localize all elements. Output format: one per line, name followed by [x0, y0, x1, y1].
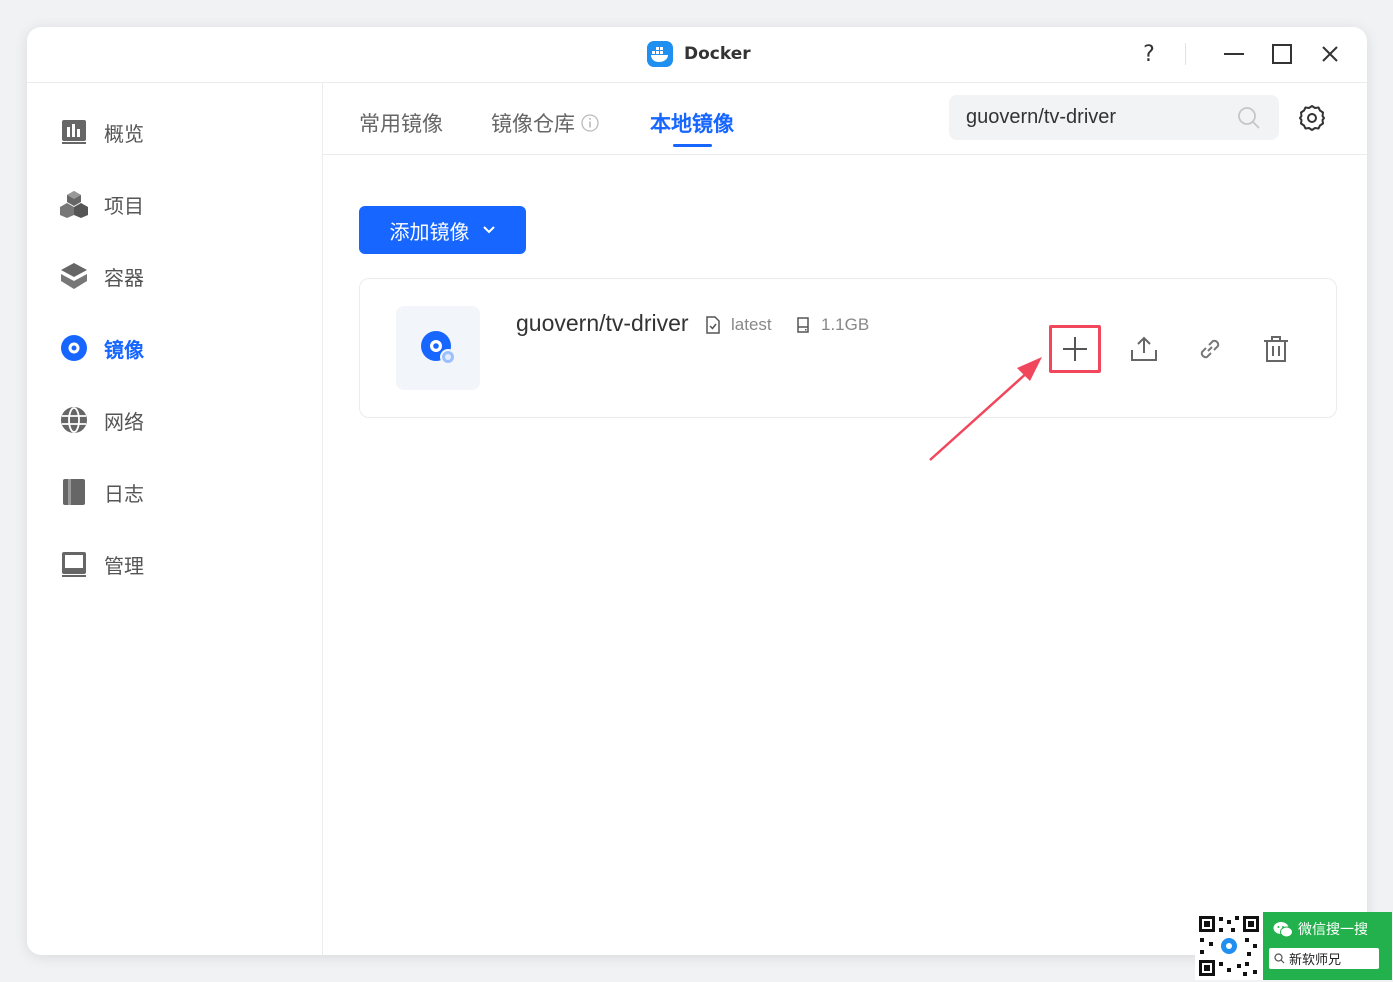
export-button[interactable] — [1118, 325, 1170, 373]
window-title-group: Docker — [647, 40, 751, 68]
image-size: 1.1GB — [795, 315, 869, 335]
sidebar-item-label: 管理 — [104, 553, 144, 578]
image-tag: latest — [705, 315, 772, 335]
qr-code-icon — [1199, 916, 1259, 976]
wechat-badge-text: 微信搜一搜 新软师兄 — [1263, 912, 1392, 980]
tag-file-icon — [706, 316, 720, 334]
tab-local-images[interactable]: 本地镜像 — [650, 107, 734, 139]
tab-image-registry[interactable]: 镜像仓库 — [491, 107, 599, 139]
minimize-button[interactable] — [1217, 38, 1251, 70]
active-tab-indicator — [673, 144, 712, 147]
control-divider — [1185, 43, 1186, 65]
window-title: Docker — [684, 44, 751, 64]
main-content: 常用镜像 镜像仓库 本地镜像 guovern/tv-driver 添加镜像 gu… — [323, 83, 1367, 955]
wechat-search-badge: 微信搜一搜 新软师兄 — [1195, 912, 1392, 980]
sidebar-item-label: 项目 — [104, 193, 144, 218]
sidebar-item-label: 镜像 — [104, 337, 144, 362]
close-icon — [1322, 46, 1338, 62]
add-image-label: 添加镜像 — [389, 219, 470, 244]
image-size-label: 1.1GB — [821, 315, 870, 334]
trash-icon — [1264, 336, 1288, 362]
maximize-button[interactable] — [1265, 38, 1299, 70]
docker-logo-icon — [647, 41, 673, 67]
docker-window: Docker ? 概览 项目 容器 镜像 网络 日志 管理 常用镜像 镜像仓库 … — [27, 27, 1367, 955]
sidebar-item-overview[interactable]: 概览 — [60, 112, 300, 152]
sidebar-item-label: 概览 — [104, 121, 144, 146]
close-button[interactable] — [1313, 38, 1347, 70]
gear-icon — [1299, 105, 1325, 131]
book-icon — [63, 479, 85, 505]
storage-icon — [797, 317, 809, 333]
plus-icon — [1063, 337, 1087, 361]
image-card: guovern/tv-driver latest 1.1GB — [359, 278, 1337, 418]
sidebar-item-containers[interactable]: 容器 — [60, 256, 300, 296]
chart-icon — [62, 120, 86, 144]
sidebar-item-logs[interactable]: 日志 — [60, 472, 300, 512]
link-icon — [1200, 339, 1220, 359]
wechat-search-field: 新软师兄 — [1269, 948, 1379, 969]
image-name: guovern/tv-driver — [516, 310, 689, 336]
qr-code — [1195, 912, 1263, 980]
disc-icon — [61, 335, 87, 361]
wechat-top-text: 微信搜一搜 — [1298, 922, 1368, 938]
info-icon[interactable] — [581, 114, 599, 132]
cubes-icon — [60, 191, 88, 218]
chevron-down-icon — [482, 226, 495, 234]
search-icon[interactable] — [1237, 106, 1261, 130]
minimize-icon — [1224, 53, 1244, 55]
tabs-bar: 常用镜像 镜像仓库 本地镜像 — [323, 83, 1367, 155]
create-container-button[interactable] — [1049, 325, 1101, 373]
search-icon — [1274, 953, 1285, 964]
maximize-icon — [1272, 44, 1292, 64]
sidebar-item-label: 日志 — [104, 481, 144, 506]
sidebar-item-projects[interactable]: 项目 — [60, 184, 300, 224]
globe-icon — [61, 407, 87, 433]
monitor-icon — [62, 552, 86, 577]
settings-button[interactable] — [1295, 101, 1329, 135]
disc-image-icon — [421, 331, 456, 365]
search-input[interactable] — [966, 106, 1226, 129]
sidebar-item-manage[interactable]: 管理 — [60, 544, 300, 584]
tab-label: 常用镜像 — [359, 112, 443, 136]
search-box — [949, 95, 1279, 140]
layers-icon — [61, 263, 87, 289]
delete-button[interactable] — [1250, 325, 1302, 373]
image-thumbnail — [396, 306, 480, 390]
wechat-icon — [1273, 921, 1293, 937]
upload-icon — [1131, 336, 1157, 361]
tab-common-images[interactable]: 常用镜像 — [359, 107, 443, 139]
sidebar-item-images[interactable]: 镜像 — [60, 328, 300, 368]
tab-label: 本地镜像 — [650, 112, 734, 136]
image-tag-label: latest — [731, 315, 772, 334]
wechat-search-text: 新软师兄 — [1289, 953, 1342, 968]
sidebar-item-label: 网络 — [104, 409, 144, 434]
link-button[interactable] — [1184, 325, 1236, 373]
help-button[interactable]: ? — [1132, 38, 1166, 70]
title-bar: Docker ? — [27, 27, 1367, 83]
add-image-button[interactable]: 添加镜像 — [359, 206, 526, 254]
wechat-top-row: 微信搜一搜 — [1273, 919, 1368, 939]
sidebar: 概览 项目 容器 镜像 网络 日志 管理 — [27, 83, 323, 955]
sidebar-item-label: 容器 — [104, 265, 144, 290]
tab-label: 镜像仓库 — [491, 112, 575, 136]
sidebar-item-network[interactable]: 网络 — [60, 400, 300, 440]
